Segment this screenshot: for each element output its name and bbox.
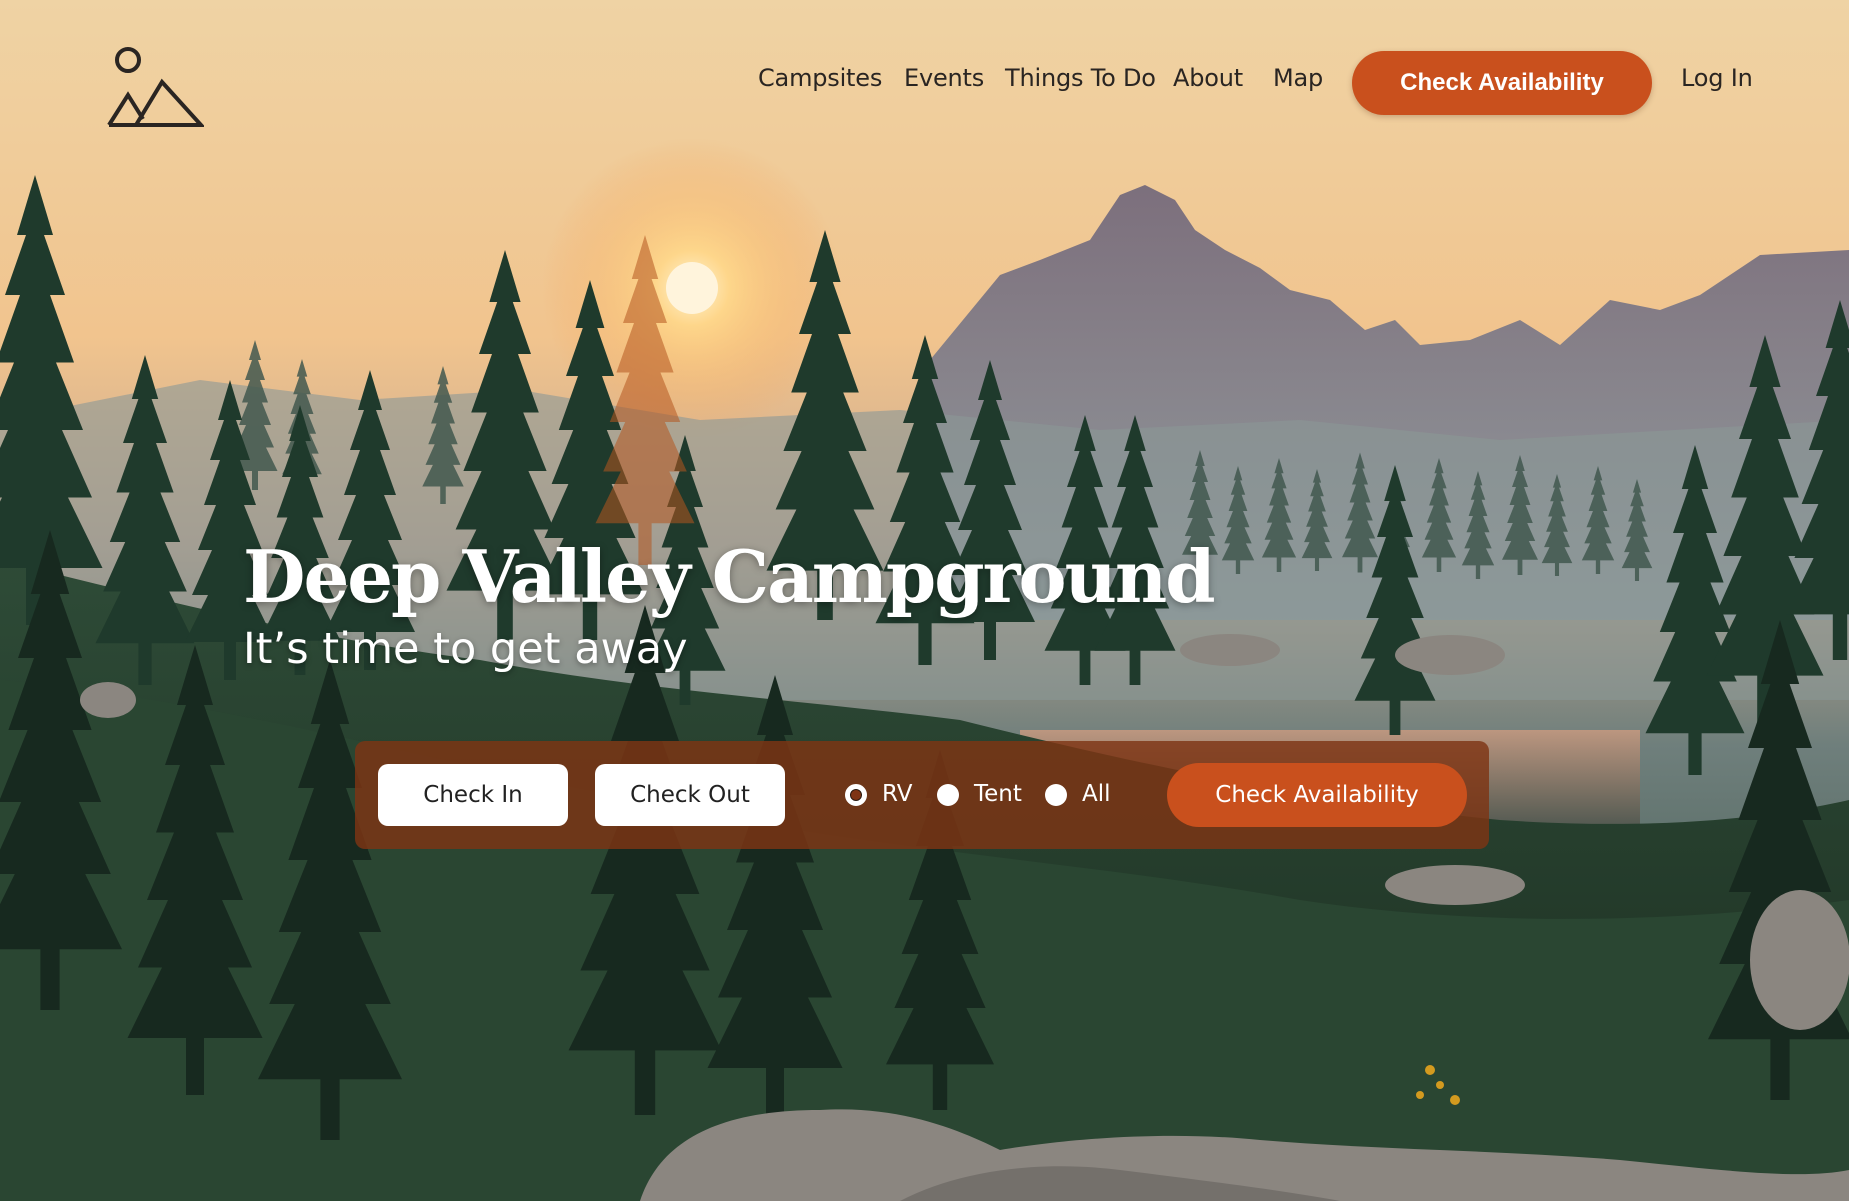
radio-tent[interactable] — [937, 784, 959, 806]
radio-label-all: All — [1082, 781, 1111, 807]
booking-check-availability-button[interactable]: Check Availability — [1167, 763, 1467, 827]
header-check-availability-button[interactable]: Check Availability — [1352, 51, 1652, 115]
nav-link-things-to-do[interactable]: Things To Do — [1005, 64, 1156, 92]
nav-link-campsites[interactable]: Campsites — [758, 64, 882, 92]
nav-link-events[interactable]: Events — [904, 64, 984, 92]
page-title: Deep Valley Campground — [243, 534, 1216, 619]
radio-label-tent: Tent — [974, 781, 1022, 807]
radio-label-rv: RV — [882, 781, 913, 807]
radio-all[interactable] — [1045, 784, 1067, 806]
check-out-date-button[interactable]: Check Out — [595, 764, 785, 826]
booking-search-bar: Check In Check Out RV Tent All Check Ava… — [355, 741, 1489, 849]
check-in-date-button[interactable]: Check In — [378, 764, 568, 826]
main-nav: Campsites Events Things To Do About Map … — [0, 50, 1849, 116]
radio-rv[interactable] — [845, 784, 867, 806]
nav-link-map[interactable]: Map — [1273, 64, 1323, 92]
login-link[interactable]: Log In — [1681, 64, 1753, 92]
nav-link-about[interactable]: About — [1173, 64, 1243, 92]
hero-subtitle: It’s time to get away — [243, 624, 688, 674]
